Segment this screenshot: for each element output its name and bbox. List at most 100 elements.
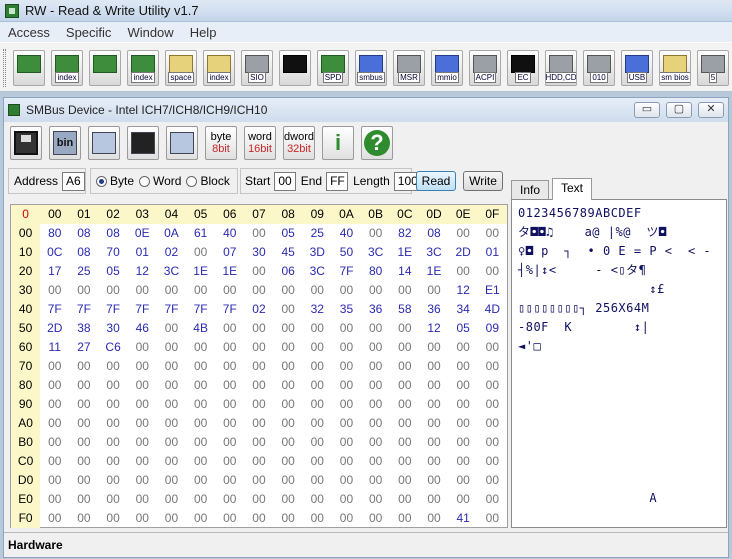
- register-cell[interactable]: 00: [186, 509, 215, 528]
- register-cell[interactable]: 00: [390, 471, 419, 490]
- register-cell[interactable]: 00: [157, 338, 186, 357]
- register-cell[interactable]: 00: [274, 281, 303, 300]
- register-cell[interactable]: 00: [449, 338, 478, 357]
- register-cell[interactable]: 00: [128, 357, 157, 376]
- usb-tool-button[interactable]: USB: [621, 50, 653, 86]
- register-cell[interactable]: 00: [40, 471, 69, 490]
- register-cell[interactable]: E1: [478, 281, 507, 300]
- register-cell[interactable]: 00: [478, 395, 507, 414]
- register-cell[interactable]: 12: [419, 319, 448, 338]
- ec-tool-button[interactable]: EC: [507, 50, 539, 86]
- save-button[interactable]: [10, 126, 42, 160]
- register-cell[interactable]: 00: [215, 490, 244, 509]
- register-cell[interactable]: 3C: [303, 262, 332, 281]
- register-cell[interactable]: 00: [390, 357, 419, 376]
- register-cell[interactable]: 00: [332, 281, 361, 300]
- register-cell[interactable]: 00: [244, 281, 273, 300]
- register-cell[interactable]: 00: [361, 281, 390, 300]
- register-cell[interactable]: 05: [449, 319, 478, 338]
- more-tool-button[interactable]: 5: [697, 50, 729, 86]
- register-cell[interactable]: 00: [99, 433, 128, 452]
- register-cell[interactable]: 00: [390, 338, 419, 357]
- register-cell[interactable]: 4D: [478, 300, 507, 319]
- register-cell[interactable]: 58: [390, 300, 419, 319]
- register-cell[interactable]: 25: [69, 262, 98, 281]
- hdd-cd-tool-button[interactable]: HDD,CD: [545, 50, 577, 86]
- binoculars-button[interactable]: [127, 126, 159, 160]
- register-cell[interactable]: 00: [244, 452, 273, 471]
- register-cell[interactable]: 00: [128, 414, 157, 433]
- register-cell[interactable]: 00: [215, 357, 244, 376]
- register-cell[interactable]: 00: [419, 452, 448, 471]
- register-cell[interactable]: 4B: [186, 319, 215, 338]
- register-cell[interactable]: 00: [419, 490, 448, 509]
- register-cell[interactable]: 00: [186, 281, 215, 300]
- menu-help[interactable]: Help: [182, 25, 225, 40]
- register-cell[interactable]: 00: [419, 395, 448, 414]
- register-cell[interactable]: 00: [186, 338, 215, 357]
- register-cell[interactable]: 00: [478, 452, 507, 471]
- register-cell[interactable]: 00: [449, 376, 478, 395]
- register-cell[interactable]: 00: [303, 281, 332, 300]
- register-cell[interactable]: 00: [361, 414, 390, 433]
- register-cell[interactable]: 00: [274, 357, 303, 376]
- register-cell[interactable]: 00: [361, 452, 390, 471]
- register-cell[interactable]: 27: [69, 338, 98, 357]
- word-16bit-button[interactable]: word 16bit: [244, 126, 276, 160]
- register-cell[interactable]: 00: [449, 433, 478, 452]
- register-cell[interactable]: 36: [361, 300, 390, 319]
- register-cell[interactable]: 00: [128, 452, 157, 471]
- register-cell[interactable]: 00: [69, 281, 98, 300]
- register-cell[interactable]: 00: [186, 376, 215, 395]
- register-cell[interactable]: 00: [244, 262, 273, 281]
- register-cell[interactable]: 82: [390, 224, 419, 243]
- register-cell[interactable]: 00: [449, 395, 478, 414]
- menu-access[interactable]: Access: [0, 25, 58, 40]
- register-cell[interactable]: 00: [215, 376, 244, 395]
- register-cell[interactable]: 00: [449, 452, 478, 471]
- register-cell[interactable]: 30: [244, 243, 273, 262]
- register-cell[interactable]: 08: [419, 224, 448, 243]
- register-cell[interactable]: 00: [303, 338, 332, 357]
- register-cell[interactable]: 00: [40, 395, 69, 414]
- register-cell[interactable]: 00: [419, 414, 448, 433]
- register-cell[interactable]: 00: [419, 357, 448, 376]
- register-cell[interactable]: 45: [274, 243, 303, 262]
- register-cell[interactable]: 00: [361, 471, 390, 490]
- register-cell[interactable]: 00: [419, 471, 448, 490]
- register-cell[interactable]: 00: [157, 357, 186, 376]
- register-cell[interactable]: 00: [390, 395, 419, 414]
- maximize-button[interactable]: ▢: [666, 102, 692, 118]
- smbus-tool-button[interactable]: smbus: [355, 50, 387, 86]
- read-button[interactable]: Read: [416, 171, 456, 191]
- msr-tool-button[interactable]: MSR: [393, 50, 425, 86]
- register-cell[interactable]: 7F: [157, 300, 186, 319]
- register-cell[interactable]: 00: [332, 376, 361, 395]
- register-cell[interactable]: 00: [244, 414, 273, 433]
- register-cell[interactable]: 00: [244, 319, 273, 338]
- register-cell[interactable]: 00: [69, 490, 98, 509]
- byte-radio[interactable]: [96, 175, 107, 187]
- register-cell[interactable]: 00: [157, 471, 186, 490]
- register-cell[interactable]: 00: [303, 376, 332, 395]
- register-cell[interactable]: 00: [99, 452, 128, 471]
- register-cell[interactable]: 00: [186, 395, 215, 414]
- register-cell[interactable]: 40: [215, 224, 244, 243]
- register-cell[interactable]: 00: [157, 281, 186, 300]
- index-memory-tool-button[interactable]: index: [127, 50, 159, 86]
- start-field[interactable]: 00: [274, 171, 296, 191]
- register-cell[interactable]: 00: [244, 357, 273, 376]
- register-cell[interactable]: 00: [332, 490, 361, 509]
- register-cell[interactable]: 11: [40, 338, 69, 357]
- word-radio[interactable]: [139, 175, 151, 187]
- register-cell[interactable]: 00: [419, 509, 448, 528]
- register-cell[interactable]: 00: [99, 471, 128, 490]
- register-cell[interactable]: 00: [244, 376, 273, 395]
- register-cell[interactable]: 00: [449, 414, 478, 433]
- register-cell[interactable]: 00: [332, 319, 361, 338]
- register-cell[interactable]: 0C: [40, 243, 69, 262]
- dword-32bit-button[interactable]: dword 32bit: [283, 126, 315, 160]
- register-cell[interactable]: 05: [99, 262, 128, 281]
- io-space-tool-button[interactable]: space: [165, 50, 197, 86]
- register-cell[interactable]: 3C: [419, 243, 448, 262]
